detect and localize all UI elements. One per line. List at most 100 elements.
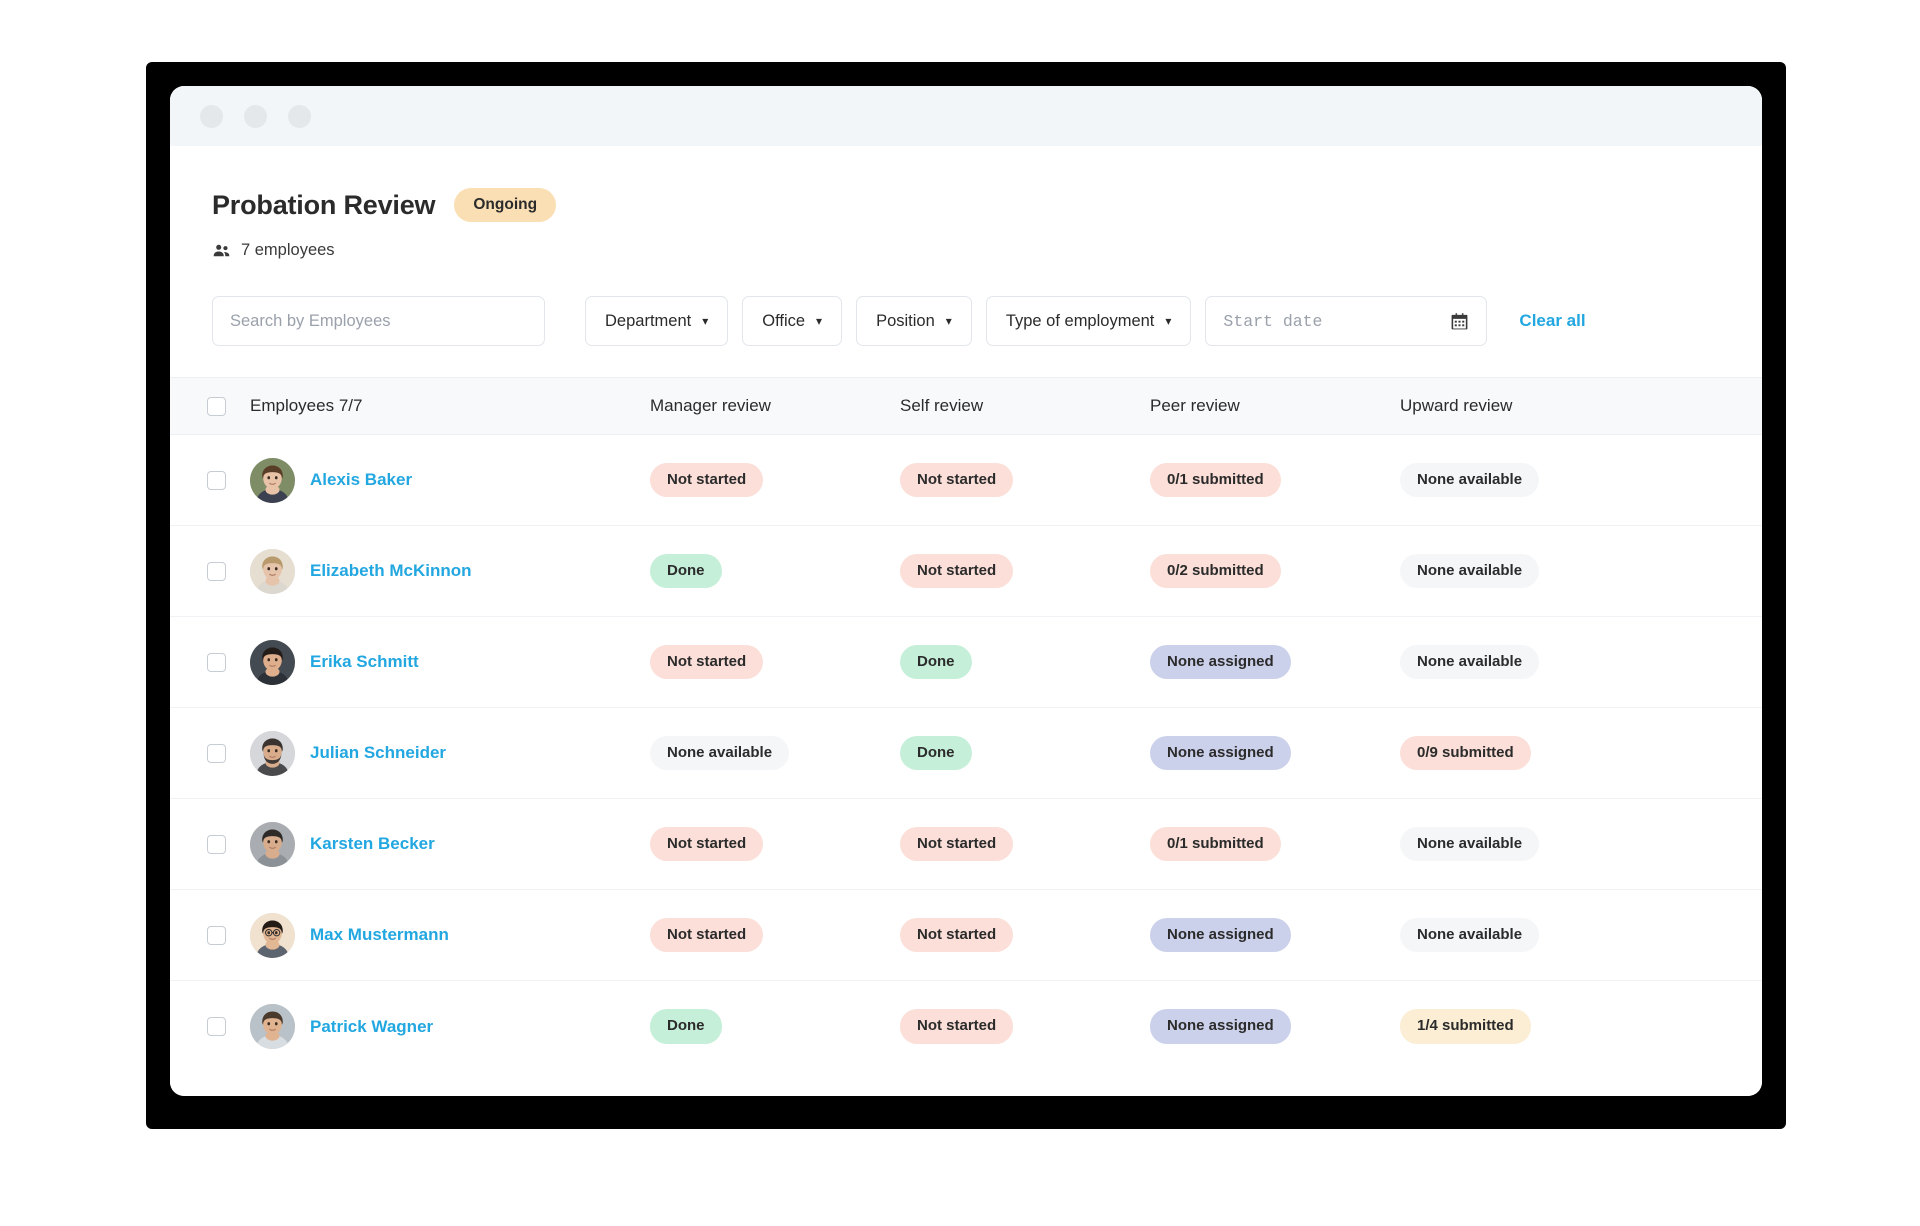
row-checkbox[interactable] bbox=[206, 652, 226, 672]
browser-window: Probation Review Ongoing 7 employees Sea… bbox=[170, 86, 1762, 1096]
peer-review-cell: 0/2 submitted bbox=[1150, 553, 1400, 589]
maximize-dot[interactable] bbox=[288, 104, 311, 128]
manager-review-badge: Done bbox=[650, 553, 722, 589]
row-select-cell bbox=[170, 561, 250, 581]
page-title: Probation Review bbox=[212, 189, 436, 220]
manager-review-badge: Not started bbox=[650, 917, 764, 953]
table-row[interactable]: Max Mustermann Not started Not started N… bbox=[170, 890, 1762, 981]
employee-name-link[interactable]: Max Mustermann bbox=[310, 925, 449, 945]
self-review-cell: Done bbox=[900, 644, 1150, 680]
employee-name-link[interactable]: Elizabeth McKinnon bbox=[310, 561, 472, 581]
dropdown-office-label: Office bbox=[762, 311, 806, 330]
start-date-field[interactable]: Start date bbox=[1205, 296, 1488, 346]
avatar bbox=[250, 1004, 295, 1049]
table-body: Alexis Baker Not started Not started 0/1… bbox=[170, 435, 1762, 1072]
row-checkbox[interactable] bbox=[206, 561, 226, 581]
column-header-self-review-label: Self review bbox=[900, 396, 984, 415]
dropdown-type-of-employment[interactable]: Type of employment ▾ bbox=[985, 296, 1192, 346]
dropdown-position[interactable]: Position ▾ bbox=[856, 296, 972, 346]
upward-review-cell: None available bbox=[1400, 917, 1650, 953]
self-review-badge: Not started bbox=[900, 553, 1014, 589]
self-review-cell: Not started bbox=[900, 917, 1150, 953]
peer-review-cell: 0/1 submitted bbox=[1150, 462, 1400, 498]
start-date-placeholder: Start date bbox=[1223, 311, 1323, 331]
manager-review-badge: Done bbox=[650, 1009, 722, 1044]
table-row[interactable]: Julian Schneider None available Done Non… bbox=[170, 708, 1762, 799]
upward-review-cell: None available bbox=[1400, 553, 1650, 589]
table-row[interactable]: Patrick Wagner Done Not started None ass… bbox=[170, 981, 1762, 1072]
upward-review-cell: 0/9 submitted bbox=[1400, 735, 1650, 771]
row-select-cell bbox=[170, 1017, 250, 1036]
manager-review-badge: Not started bbox=[650, 462, 764, 498]
dropdown-position-label: Position bbox=[876, 311, 935, 330]
table-row[interactable]: Alexis Baker Not started Not started 0/1… bbox=[170, 435, 1762, 526]
employee-name-link[interactable]: Karsten Becker bbox=[310, 834, 435, 854]
manager-review-cell: Done bbox=[650, 1009, 900, 1044]
clear-all-button[interactable]: Clear all bbox=[1519, 311, 1585, 331]
peer-review-badge: None assigned bbox=[1150, 735, 1291, 771]
dropdown-department[interactable]: Department ▾ bbox=[585, 296, 729, 346]
manager-review-badge: Not started bbox=[650, 826, 764, 862]
column-header-peer-review: Peer review bbox=[1150, 396, 1400, 416]
minimize-dot[interactable] bbox=[244, 104, 267, 128]
column-header-self-review: Self review bbox=[900, 396, 1150, 416]
dropdown-department-label: Department bbox=[605, 311, 692, 330]
row-checkbox[interactable] bbox=[206, 1017, 226, 1036]
upward-review-cell: None available bbox=[1400, 826, 1650, 862]
upward-review-badge: 0/9 submitted bbox=[1400, 735, 1531, 771]
employee-name-link[interactable]: Alexis Baker bbox=[310, 470, 412, 490]
peer-review-cell: None assigned bbox=[1150, 735, 1400, 771]
peer-review-badge: 0/1 submitted bbox=[1150, 462, 1281, 498]
manager-review-cell: Done bbox=[650, 553, 900, 589]
calendar-icon[interactable] bbox=[1450, 312, 1469, 331]
manager-review-badge: None available bbox=[650, 735, 790, 771]
employees-table: Employees 7/7 Manager review Self review… bbox=[170, 377, 1762, 1072]
peer-review-cell: None assigned bbox=[1150, 1009, 1400, 1044]
employee-count-label: 7 employees bbox=[241, 241, 335, 259]
avatar bbox=[250, 457, 295, 503]
peer-review-badge: 0/1 submitted bbox=[1150, 826, 1281, 862]
table-row[interactable]: Karsten Becker Not started Not started 0… bbox=[170, 799, 1762, 890]
peer-review-badge: 0/2 submitted bbox=[1150, 553, 1281, 589]
title-row: Probation Review Ongoing bbox=[212, 188, 1720, 222]
row-checkbox[interactable] bbox=[206, 925, 226, 945]
avatar bbox=[250, 821, 295, 867]
row-checkbox[interactable] bbox=[206, 470, 226, 490]
row-select-cell bbox=[170, 834, 250, 854]
employee-cell: Julian Schneider bbox=[250, 730, 650, 776]
dropdown-office[interactable]: Office ▾ bbox=[742, 296, 843, 346]
manager-review-badge: Not started bbox=[650, 644, 764, 680]
search-input[interactable] bbox=[212, 296, 545, 346]
employee-cell: Patrick Wagner bbox=[250, 1004, 650, 1049]
close-dot[interactable] bbox=[200, 104, 223, 128]
row-select-cell bbox=[170, 925, 250, 945]
select-all-cell bbox=[170, 396, 250, 416]
upward-review-badge: 1/4 submitted bbox=[1400, 1009, 1531, 1044]
browser-titlebar bbox=[170, 86, 1762, 146]
employee-name-link[interactable]: Patrick Wagner bbox=[310, 1017, 433, 1037]
column-header-upward-review-label: Upward review bbox=[1400, 396, 1513, 415]
table-row[interactable]: Erika Schmitt Not started Done None assi… bbox=[170, 617, 1762, 708]
employee-name-link[interactable]: Julian Schneider bbox=[310, 743, 446, 763]
app-body: Probation Review Ongoing 7 employees Sea… bbox=[170, 146, 1762, 1096]
upward-review-cell: 1/4 submitted bbox=[1400, 1009, 1650, 1044]
self-review-cell: Not started bbox=[900, 1009, 1150, 1044]
table-row[interactable]: Elizabeth McKinnon Done Not started 0/2 … bbox=[170, 526, 1762, 617]
self-review-badge: Done bbox=[900, 735, 972, 771]
status-badge: Ongoing bbox=[454, 188, 557, 222]
manager-review-cell: Not started bbox=[650, 644, 900, 680]
column-header-employees-label: Employees 7/7 bbox=[250, 396, 363, 415]
row-checkbox[interactable] bbox=[206, 834, 226, 854]
select-all-checkbox[interactable] bbox=[206, 396, 226, 416]
manager-review-cell: Not started bbox=[650, 826, 900, 862]
column-header-peer-review-label: Peer review bbox=[1150, 396, 1240, 415]
peer-review-badge: None assigned bbox=[1150, 1009, 1291, 1044]
self-review-badge: Not started bbox=[900, 917, 1014, 953]
row-checkbox[interactable] bbox=[206, 743, 226, 763]
avatar bbox=[250, 548, 295, 594]
dropdown-type-of-employment-label: Type of employment bbox=[1005, 311, 1155, 330]
employee-name-link[interactable]: Erika Schmitt bbox=[310, 652, 419, 672]
avatar bbox=[250, 639, 295, 685]
chevron-down-icon: ▾ bbox=[1165, 314, 1172, 328]
avatar bbox=[250, 730, 295, 776]
